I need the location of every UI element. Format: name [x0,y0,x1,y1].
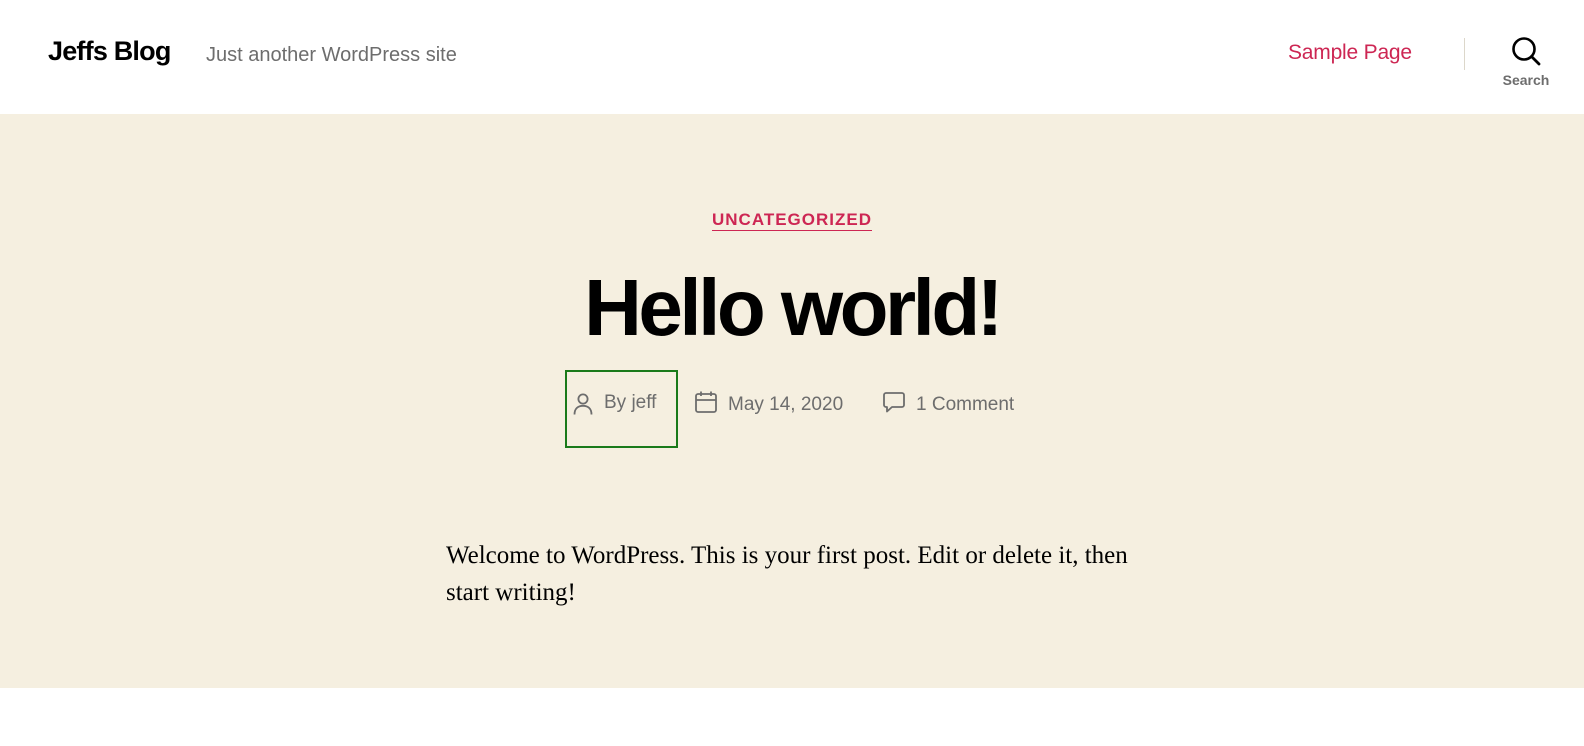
calendar-icon [694,390,728,420]
site-description: Just another WordPress site [206,44,457,66]
nav-item-sample-page[interactable]: Sample Page [1288,41,1412,65]
category-link[interactable]: UNCATEGORIZED [711,210,872,231]
post-header: UNCATEGORIZED Hello world! By jeff May 1… [0,114,1584,688]
comments-link[interactable]: 1 Comment [916,394,1014,416]
post-meta: By jeff May 14, 2020 1 Comment [0,370,1584,450]
date-link[interactable]: May 14, 2020 [728,394,843,416]
header-divider [1464,38,1465,70]
user-icon [572,392,604,422]
author-link[interactable]: By jeff [604,392,656,414]
search-label: Search [1502,72,1550,88]
search-icon [1492,36,1560,66]
post-title: Hello world! [584,263,1003,352]
site-header: Jeffs Blog Just another WordPress site S… [0,0,1584,114]
search-toggle-button[interactable]: Search [1492,36,1560,98]
post-content: Welcome to WordPress. This is your first… [446,542,1128,606]
post-author[interactable]: By jeff [565,370,678,448]
post-category: UNCATEGORIZED [0,210,1584,231]
post-date[interactable]: May 14, 2020 [694,390,843,420]
comment-icon [882,390,916,420]
site-title[interactable]: Jeffs Blog [48,36,171,67]
post-comments[interactable]: 1 Comment [882,390,1014,420]
